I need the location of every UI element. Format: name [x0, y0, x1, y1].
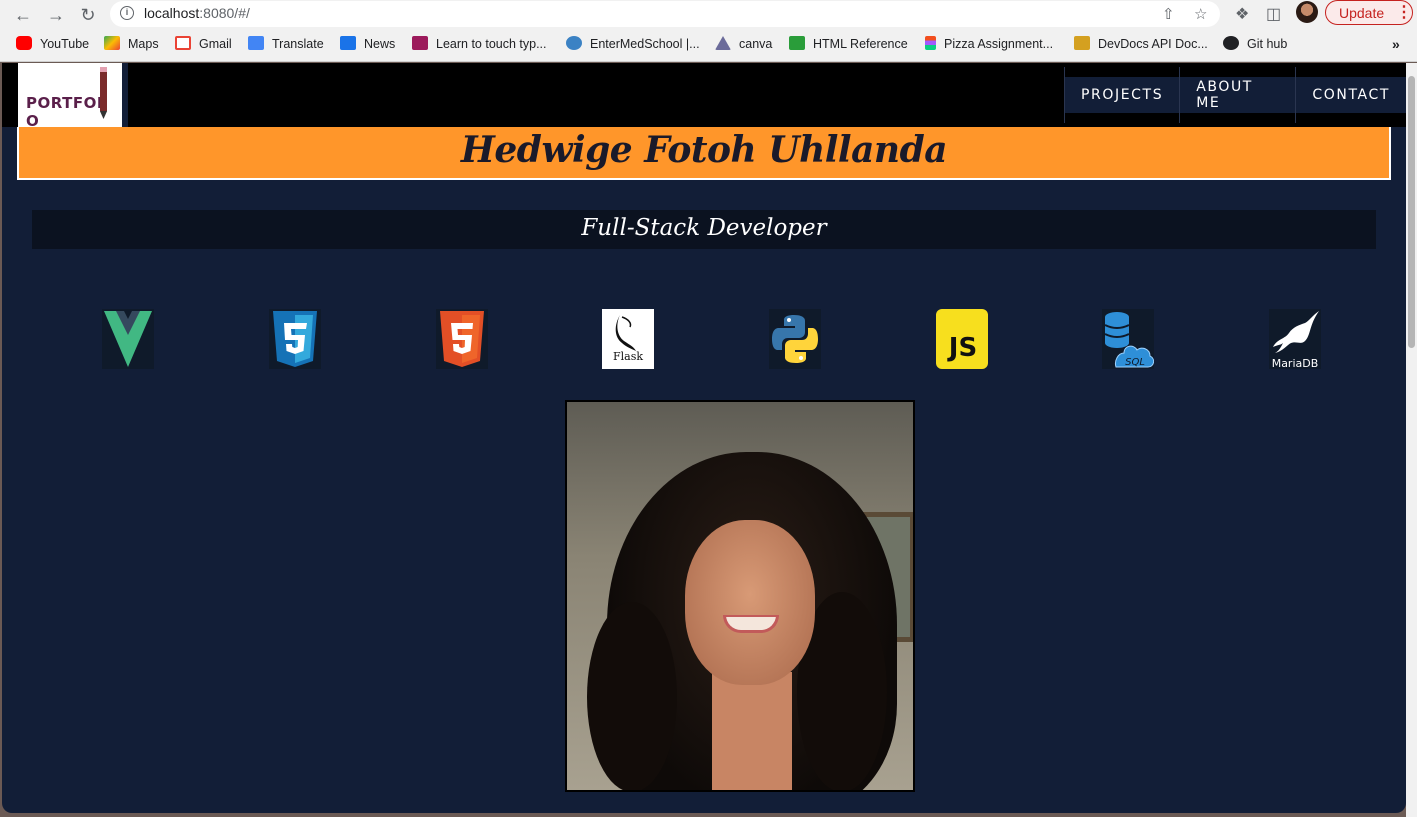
nav-links: PROJECTS ABOUT ME CONTACT	[1064, 67, 1406, 123]
github-icon	[1223, 36, 1239, 50]
update-button-label: Update	[1339, 5, 1385, 21]
name-banner: Hedwige Fotoh Uhllanda	[17, 127, 1391, 180]
more-bookmarks-chevron-icon[interactable]: »	[1392, 36, 1400, 52]
bookmark-entermedschool[interactable]: EnterMedSchool |...	[566, 36, 700, 54]
python-icon	[769, 309, 821, 369]
bookmark-label: Gmail	[199, 37, 232, 51]
devdocs-icon	[1074, 36, 1090, 50]
bookmark-youtube[interactable]: YouTube	[16, 36, 89, 54]
youtube-icon	[16, 36, 32, 50]
page-title: Hedwige Fotoh Uhllanda	[460, 129, 948, 171]
bookmark-translate[interactable]: Translate	[248, 36, 324, 54]
bookmarks-bar: YouTube Maps Gmail Translate News Learn …	[0, 30, 1417, 62]
bookmark-label: EnterMedSchool |...	[590, 37, 700, 51]
nav-contact-label: CONTACT	[1312, 87, 1390, 103]
bookmark-news[interactable]: News	[340, 36, 395, 54]
canva-icon	[715, 36, 731, 50]
bookmark-star-icon[interactable]: ☆	[1194, 5, 1207, 23]
entermedschool-icon	[566, 36, 582, 50]
bookmark-gmail[interactable]: Gmail	[175, 36, 232, 54]
nav-about-me-label: ABOUT ME	[1196, 79, 1253, 111]
flask-label: Flask	[613, 350, 643, 363]
figma-icon	[925, 36, 936, 50]
extensions-puzzle-icon[interactable]: ❖	[1235, 4, 1249, 24]
bookmark-label: News	[364, 37, 396, 51]
bookmark-label: Git hub	[1247, 37, 1288, 51]
news-icon	[340, 36, 356, 50]
javascript-icon: JS	[936, 309, 988, 369]
nav-contact[interactable]: CONTACT	[1295, 67, 1406, 123]
html5-icon	[436, 309, 488, 369]
profile-avatar[interactable]	[1296, 1, 1318, 23]
css3-icon	[269, 309, 321, 369]
scrollbar-thumb[interactable]	[1408, 76, 1415, 348]
bookmark-label: DevDocs API Doc...	[1098, 37, 1208, 51]
address-bar[interactable]: i localhost:8080/#/ ⇧ ☆	[110, 1, 1220, 27]
url-text: localhost:8080/#/	[144, 5, 250, 21]
bookmark-maps[interactable]: Maps	[104, 36, 159, 54]
bookmark-html-reference[interactable]: HTML Reference	[789, 36, 908, 54]
update-button[interactable]: Update ⋮	[1325, 0, 1413, 25]
maps-icon	[104, 36, 120, 50]
photo-face	[685, 520, 815, 685]
skills-row: Flask JS SQL MariaDB	[2, 309, 1406, 369]
vue-icon	[102, 309, 154, 369]
bookmark-github[interactable]: Git hub	[1223, 36, 1287, 54]
javascript-label: JS	[947, 333, 977, 363]
translate-icon	[248, 36, 264, 50]
back-arrow-icon[interactable]: ←	[11, 3, 35, 27]
gmail-icon	[175, 36, 191, 50]
bookmark-label: YouTube	[40, 37, 90, 51]
bookmark-label: canva	[739, 37, 773, 51]
reload-icon[interactable]: ↻	[76, 3, 100, 27]
bookmark-label: Translate	[272, 37, 324, 51]
side-panel-icon[interactable]: ◫	[1266, 4, 1281, 24]
bookmark-canva[interactable]: canva	[715, 36, 772, 54]
sql-label: SQL	[1125, 357, 1145, 368]
bookmark-label: Pizza Assignment...	[944, 37, 1054, 51]
bookmark-label: Learn to touch typ...	[436, 37, 547, 51]
nav-about-me[interactable]: ABOUT ME	[1179, 67, 1296, 123]
typing-site-icon	[412, 36, 428, 50]
nav-projects[interactable]: PROJECTS	[1064, 67, 1180, 123]
url-host: localhost	[144, 5, 200, 21]
pencil-icon	[100, 67, 107, 119]
flask-icon: Flask	[602, 309, 654, 369]
photo-neck	[712, 672, 792, 790]
share-icon[interactable]: ⇧	[1162, 5, 1175, 23]
sql-icon: SQL	[1102, 309, 1154, 369]
nav-projects-label: PROJECTS	[1081, 87, 1164, 103]
more-menu-icon[interactable]: ⋮	[1396, 2, 1412, 22]
mariadb-label: MariaDB	[1272, 357, 1319, 369]
bookmark-typing[interactable]: Learn to touch typ...	[412, 36, 547, 54]
logo-text: PORTFOLO	[26, 94, 122, 130]
profile-photo	[565, 400, 915, 792]
bookmark-label: Maps	[128, 37, 159, 51]
photo-curl	[587, 602, 677, 790]
browser-toolbar: ← → ↻ i localhost:8080/#/ ⇧ ☆ ❖ ◫ Update…	[0, 0, 1417, 30]
w3schools-icon	[789, 36, 805, 50]
forward-arrow-icon[interactable]: →	[44, 3, 68, 27]
role-subtitle: Full-Stack Developer	[581, 215, 827, 241]
bookmark-label: HTML Reference	[813, 37, 908, 51]
portfolio-logo[interactable]: PORTFOLO	[18, 63, 128, 130]
role-bar: Full-Stack Developer	[32, 210, 1376, 249]
portfolio-page: PORTFOLO PROJECTS ABOUT ME CONTACT Hedwi…	[2, 63, 1406, 813]
bookmark-devdocs[interactable]: DevDocs API Doc...	[1074, 36, 1208, 54]
mariadb-icon: MariaDB	[1269, 309, 1321, 369]
logo-text-start: PORTFOL	[26, 94, 107, 112]
site-navbar: PORTFOLO PROJECTS ABOUT ME CONTACT	[2, 63, 1406, 130]
site-info-icon[interactable]: i	[120, 6, 134, 20]
bookmark-pizza-assignment[interactable]: Pizza Assignment...	[925, 36, 1053, 54]
url-path: :8080/#/	[199, 5, 250, 21]
